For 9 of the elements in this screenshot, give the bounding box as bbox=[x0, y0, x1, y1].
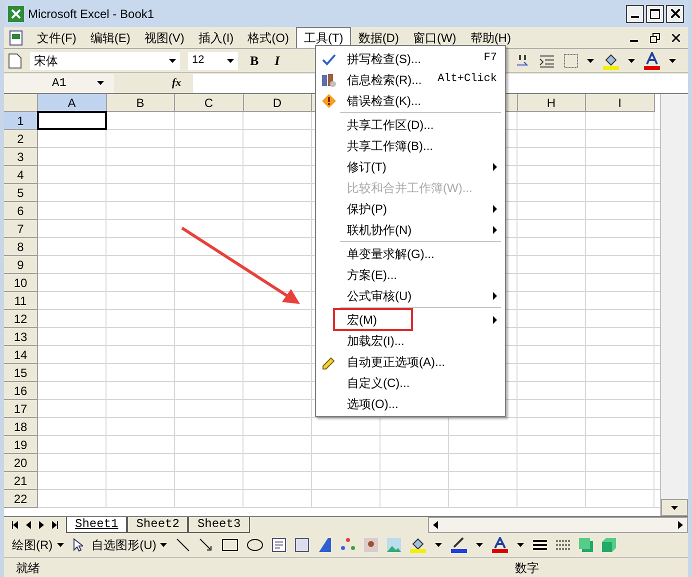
status-mode-text: 数字 bbox=[515, 560, 539, 576]
window-title: Microsoft Excel - Book1 bbox=[28, 6, 154, 22]
font-size-text: 12 bbox=[192, 53, 204, 68]
shortcut-text: F7 bbox=[484, 51, 497, 66]
shortcut-text: Alt+Click bbox=[438, 72, 497, 88]
status-text: 就绪 bbox=[16, 560, 40, 576]
font-name-text: 宋体 bbox=[34, 52, 58, 70]
menu-item: 比较和合并工作簿(W)... bbox=[345, 178, 474, 196]
cell-reference: A1 bbox=[52, 75, 66, 92]
